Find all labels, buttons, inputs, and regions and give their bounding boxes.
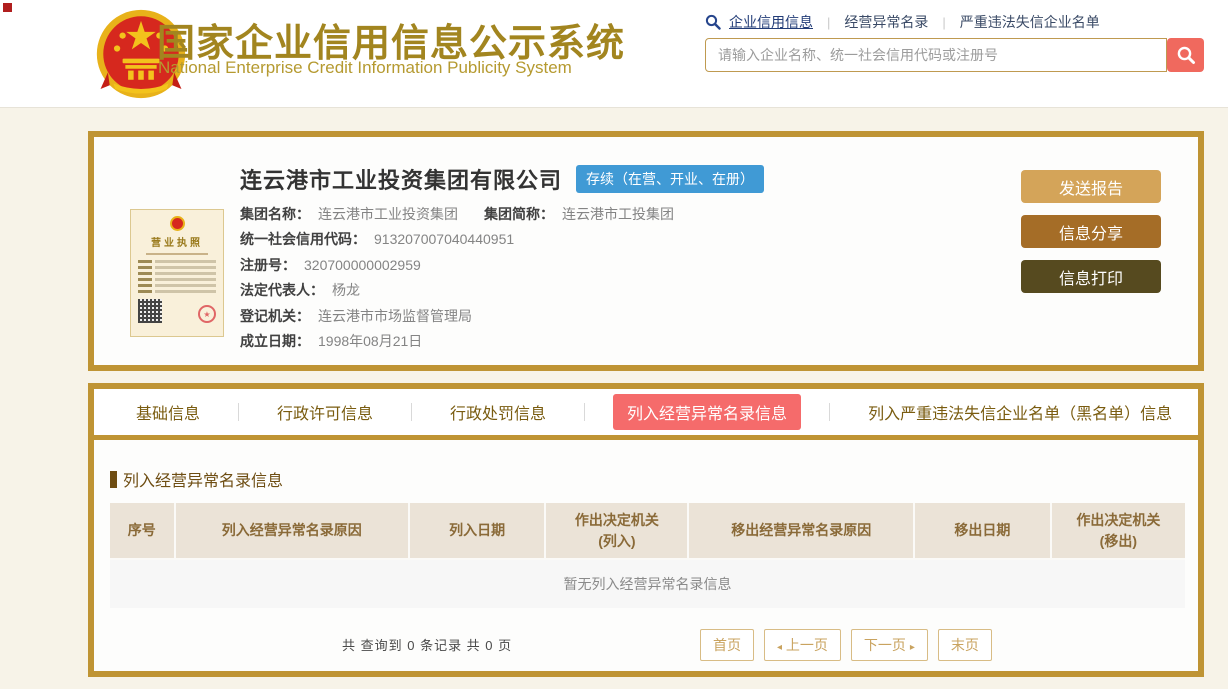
corner-red-marker	[3, 3, 12, 12]
button-label: 下一页	[864, 637, 910, 653]
company-field-row: 注册号： 320700000002959	[240, 252, 674, 278]
search-icon	[1176, 45, 1196, 65]
field-value: 320700000002959	[304, 257, 421, 273]
action-button-信息分享[interactable]: 信息分享	[1021, 215, 1161, 248]
detail-tab-3[interactable]: 行政处罚信息	[440, 394, 556, 430]
search-submit-button[interactable]	[1167, 38, 1204, 72]
company-status-badge: 存续（在营、开业、在册）	[576, 165, 764, 193]
section-title-bar-icon	[110, 471, 117, 488]
field-value: 杨龙	[332, 280, 360, 300]
table-empty-row: 暂无列入经营异常名录信息	[110, 560, 1185, 608]
button-label: 上一页	[782, 637, 828, 653]
tab-separator	[238, 403, 239, 421]
company-action-buttons: 发送报告信息分享信息打印	[1021, 170, 1161, 293]
table-header-cell: 移出经营异常名录原因	[689, 503, 915, 560]
header-line: 序号	[110, 520, 174, 541]
field-label: 集团名称：	[240, 204, 310, 224]
tab-separator: |	[942, 15, 945, 30]
button-label: 末页	[951, 637, 979, 653]
license-divider	[146, 253, 208, 255]
header-line: 移出日期	[915, 520, 1050, 541]
license-title: 营业执照	[138, 234, 216, 249]
license-emblem-icon	[170, 216, 185, 231]
pagination-button-末页[interactable]: 末页	[938, 629, 992, 661]
table-header-cell: 列入经营异常名录原因	[176, 503, 410, 560]
table-empty-message: 暂无列入经营异常名录信息	[110, 560, 1185, 608]
header-line: 作出决定机关	[1052, 510, 1185, 531]
table-header-cell: 序号	[110, 503, 176, 560]
tab-separator	[584, 403, 585, 421]
detail-tab-1[interactable]: 基础信息	[126, 394, 210, 430]
pagination: 共 查询到 0 条记录 共 0 页 首页◂ 上一页下一页 ▸末页	[94, 629, 1198, 657]
detail-tab-5[interactable]: 列入严重违法失信企业名单（黑名单）信息	[858, 394, 1182, 430]
tab-separator	[411, 403, 412, 421]
header-line: (移出)	[1052, 531, 1185, 552]
site-title-english: National Enterprise Credit Information P…	[158, 58, 572, 78]
field-label: 法定代表人：	[240, 280, 324, 300]
field-label: 登记机关：	[240, 306, 310, 326]
field-value: 连云港市市场监督管理局	[318, 306, 472, 326]
field-label: 成立日期：	[240, 331, 310, 351]
field-value: 1998年08月21日	[318, 331, 422, 351]
table-header-cell: 移出日期	[915, 503, 1052, 560]
table-header-cell: 作出决定机关(列入)	[546, 503, 689, 560]
company-name: 连云港市工业投资集团有限公司	[240, 163, 562, 195]
business-license-image: 营业执照 ★	[130, 209, 224, 337]
pagination-button-上一页[interactable]: ◂ 上一页	[764, 629, 841, 661]
field-value: 913207007040440951	[374, 231, 514, 247]
detail-tab-2[interactable]: 行政许可信息	[267, 394, 383, 430]
header-line: 列入日期	[410, 520, 545, 541]
header-line: 作出决定机关	[546, 510, 687, 531]
company-field-row: 登记机关： 连云港市市场监督管理局	[240, 303, 674, 329]
field-value: 连云港市工业投资集团	[318, 204, 458, 224]
pagination-button-首页[interactable]: 首页	[700, 629, 754, 661]
action-button-信息打印[interactable]: 信息打印	[1021, 260, 1161, 293]
tab-separator: |	[827, 15, 830, 30]
field-label: 注册号：	[240, 255, 296, 275]
field-value: 连云港市工投集团	[562, 204, 674, 224]
arrow-right-icon: ▸	[910, 642, 915, 653]
company-field-row: 统一社会信用代码： 913207007040440951	[240, 227, 674, 253]
search-area: 企业信用信息 | 经营异常名录 | 严重违法失信企业名单	[705, 12, 1205, 72]
field-label: 统一社会信用代码：	[240, 229, 366, 249]
license-red-seal: ★	[198, 305, 216, 323]
page-header: 国家企业信用信息公示系统 National Enterprise Credit …	[0, 0, 1228, 108]
field-label: 集团简称：	[484, 204, 554, 224]
search-input[interactable]	[705, 38, 1167, 72]
button-label: 首页	[713, 637, 741, 653]
search-icon	[705, 14, 721, 30]
header-line: 列入经营异常名录原因	[176, 520, 408, 541]
company-field-row: 法定代表人： 杨龙	[240, 278, 674, 304]
action-button-发送报告[interactable]: 发送报告	[1021, 170, 1161, 203]
license-qr-code	[138, 299, 162, 323]
abnormal-operations-table: 序号列入经营异常名录原因列入日期作出决定机关(列入)移出经营异常名录原因移出日期…	[110, 503, 1185, 608]
company-field-row: 成立日期： 1998年08月21日	[240, 329, 674, 355]
pagination-summary: 共 查询到 0 条记录 共 0 页	[342, 635, 512, 654]
table-header-cell: 作出决定机关(移出)	[1052, 503, 1185, 560]
detail-tab-4[interactable]: 列入经营异常名录信息	[613, 394, 801, 430]
header-line: (列入)	[546, 531, 687, 552]
pagination-button-下一页[interactable]: 下一页 ▸	[851, 629, 928, 661]
tab-separator	[829, 403, 830, 421]
section-title: 列入经营异常名录信息	[110, 467, 283, 491]
header-line: 移出经营异常名录原因	[689, 520, 913, 541]
search-tab-1[interactable]: 企业信用信息	[729, 12, 813, 32]
search-tab-2[interactable]: 经营异常名录	[844, 12, 928, 32]
detail-card: 基础信息行政许可信息行政处罚信息列入经营异常名录信息列入严重违法失信企业名单（黑…	[88, 383, 1204, 677]
search-tab-3[interactable]: 严重违法失信企业名单	[960, 12, 1100, 32]
pagination-buttons: 首页◂ 上一页下一页 ▸末页	[700, 629, 992, 661]
search-scope-tabs: 企业信用信息 | 经营异常名录 | 严重违法失信企业名单	[705, 12, 1205, 32]
company-info-card: 营业执照 ★ 连云港市工业投资集团有限公司 存续（在营、开业、在册） 集团名称：…	[88, 131, 1204, 371]
company-fields: 集团名称： 连云港市工业投资集团 集团简称： 连云港市工投集团统一社会信用代码： 913…	[240, 201, 674, 354]
table-header-cell: 列入日期	[410, 503, 547, 560]
detail-tabbar: 基础信息 行政许可信息 行政处罚信息 列入经营异常名录信息 列入严重违法失信企业名单（黑…	[94, 389, 1198, 440]
company-field-row: 集团名称： 连云港市工业投资集团 集团简称： 连云港市工投集团	[240, 201, 674, 227]
